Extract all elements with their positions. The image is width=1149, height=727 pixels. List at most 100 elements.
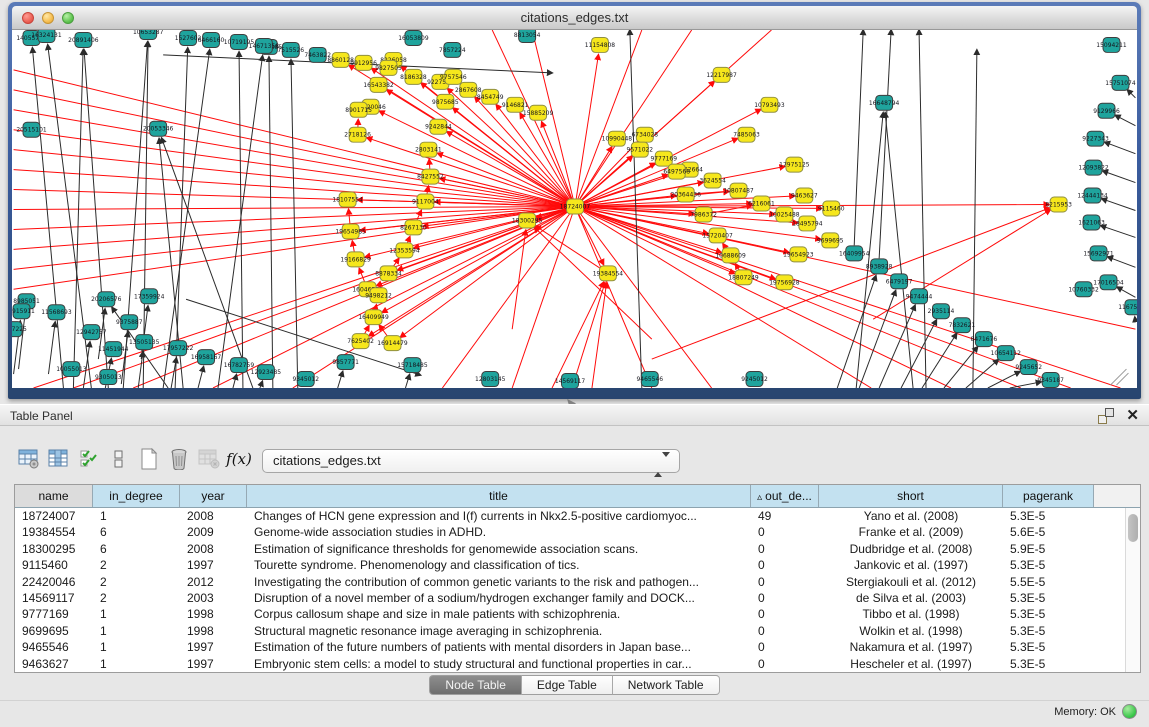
table-row[interactable]: 911546021997Tourette syndrome. Phenomeno… xyxy=(15,557,1140,573)
table-cell[interactable]: 2003 xyxy=(180,590,247,606)
table-cell[interactable]: Yano et al. (2008) xyxy=(819,508,1003,524)
function-builder-icon[interactable]: f(x) xyxy=(224,445,254,473)
table-select-dropdown[interactable]: citations_edges.txt xyxy=(262,449,680,473)
table-row[interactable]: 1456911722003Disruption of a novel membe… xyxy=(15,590,1140,606)
table-cell[interactable]: Corpus callosum shape and size in male p… xyxy=(247,606,751,622)
table-cell[interactable]: 1997 xyxy=(180,557,247,573)
table-mode-icon[interactable] xyxy=(14,445,44,473)
table-cell[interactable]: 22420046 xyxy=(15,574,93,590)
table-row[interactable]: 969969511998Structural magnetic resonanc… xyxy=(15,623,1140,639)
scrollbar-thumb[interactable] xyxy=(1128,514,1138,542)
table-cell[interactable]: de Silva et al. (2003) xyxy=(819,590,1003,606)
table-cell[interactable]: 2 xyxy=(93,557,180,573)
column-header-pagerank[interactable]: pagerank xyxy=(1003,485,1094,507)
table-cell[interactable]: 2009 xyxy=(180,524,247,540)
table-cell[interactable]: 0 xyxy=(751,590,819,606)
column-header-name[interactable]: name xyxy=(15,485,93,507)
column-header-year[interactable]: year xyxy=(180,485,247,507)
table-cell[interactable]: 2008 xyxy=(180,508,247,524)
close-panel-icon[interactable]: ✕ xyxy=(1126,408,1139,424)
row-options-icon[interactable] xyxy=(104,445,134,473)
table-cell[interactable]: Estimation of significance thresholds fo… xyxy=(247,541,751,557)
table-row[interactable]: 2242004622012Investigating the contribut… xyxy=(15,574,1140,590)
vertical-scrollbar[interactable] xyxy=(1125,508,1140,672)
table-cell[interactable]: 2008 xyxy=(180,541,247,557)
column-selection-icon[interactable] xyxy=(74,445,104,473)
table-cell[interactable]: 5.3E-5 xyxy=(1003,623,1094,639)
table-cell[interactable]: Estimation of the future numbers of pati… xyxy=(247,639,751,655)
canvas-resize-grip[interactable] xyxy=(1116,373,1128,385)
table-cell[interactable]: 18300295 xyxy=(15,541,93,557)
tab-edge-table[interactable]: Edge Table xyxy=(522,675,613,695)
table-row[interactable]: 946362711997Embryonic stem cells: a mode… xyxy=(15,656,1140,672)
table-cell[interactable]: 1 xyxy=(93,656,180,672)
table-cell[interactable]: 0 xyxy=(751,557,819,573)
table-cell[interactable]: 0 xyxy=(751,541,819,557)
table-cell[interactable]: 0 xyxy=(751,574,819,590)
delete-column-icon[interactable] xyxy=(164,445,194,473)
window-titlebar[interactable]: citations_edges.txt xyxy=(12,6,1137,30)
table-cell[interactable]: Nakamura et al. (1997) xyxy=(819,639,1003,655)
table-cell[interactable]: 18724007 xyxy=(15,508,93,524)
table-cell[interactable]: Jankovic et al. (1997) xyxy=(819,557,1003,573)
table-cell[interactable]: Stergiakouli et al. (2012) xyxy=(819,574,1003,590)
table-row[interactable]: 1938455462009Genome-wide association stu… xyxy=(15,524,1140,540)
table-cell[interactable]: 5.3E-5 xyxy=(1003,639,1094,655)
delete-table-icon[interactable] xyxy=(194,445,224,473)
table-row[interactable]: 977716911998Corpus callosum shape and si… xyxy=(15,606,1140,622)
table-cell[interactable]: 5.9E-5 xyxy=(1003,541,1094,557)
table-cell[interactable]: 19384554 xyxy=(15,524,93,540)
table-cell[interactable]: Disruption of a novel member of a sodium… xyxy=(247,590,751,606)
table-cell[interactable]: 5.3E-5 xyxy=(1003,606,1094,622)
column-visibility-icon[interactable] xyxy=(44,445,74,473)
table-cell[interactable]: 1997 xyxy=(180,639,247,655)
table-cell[interactable]: 0 xyxy=(751,606,819,622)
network-canvas[interactable]: 1872400788601289912956822605898275058186… xyxy=(12,30,1137,388)
table-cell[interactable]: 5.3E-5 xyxy=(1003,557,1094,573)
table-cell[interactable]: Hescheler et al. (1997) xyxy=(819,656,1003,672)
table-cell[interactable]: 1 xyxy=(93,606,180,622)
table-cell[interactable]: 49 xyxy=(751,508,819,524)
table-cell[interactable]: 9115460 xyxy=(15,557,93,573)
table-cell[interactable]: 5.6E-5 xyxy=(1003,524,1094,540)
table-cell[interactable]: 2 xyxy=(93,574,180,590)
table-cell[interactable]: 1998 xyxy=(180,623,247,639)
zoom-button[interactable] xyxy=(62,12,74,24)
column-header-title[interactable]: title xyxy=(247,485,751,507)
column-header-short[interactable]: short xyxy=(819,485,1003,507)
table-cell[interactable]: 5.3E-5 xyxy=(1003,656,1094,672)
table-cell[interactable]: Genome-wide association studies in ADHD. xyxy=(247,524,751,540)
create-column-icon[interactable] xyxy=(134,445,164,473)
table-cell[interactable]: 0 xyxy=(751,656,819,672)
memory-status-indicator[interactable] xyxy=(1122,704,1137,719)
network-svg[interactable]: 1872400788601289912956822605898275058186… xyxy=(12,30,1137,388)
float-panel-icon[interactable] xyxy=(1098,408,1114,424)
tab-node-table[interactable]: Node Table xyxy=(429,675,522,695)
table-cell[interactable]: 2 xyxy=(93,590,180,606)
table-cell[interactable]: 9465546 xyxy=(15,639,93,655)
table-cell[interactable]: 0 xyxy=(751,623,819,639)
table-cell[interactable]: 9463627 xyxy=(15,656,93,672)
table-cell[interactable]: 14569117 xyxy=(15,590,93,606)
table-cell[interactable]: 1 xyxy=(93,508,180,524)
table-cell[interactable]: 1 xyxy=(93,623,180,639)
table-cell[interactable]: 5.5E-5 xyxy=(1003,574,1094,590)
table-cell[interactable]: Structural magnetic resonance image aver… xyxy=(247,623,751,639)
table-cell[interactable]: 5.3E-5 xyxy=(1003,508,1094,524)
table-cell[interactable]: Tourette syndrome. Phenomenology and cla… xyxy=(247,557,751,573)
table-cell[interactable]: 6 xyxy=(93,524,180,540)
table-row[interactable]: 946554611997Estimation of the future num… xyxy=(15,639,1140,655)
table-cell[interactable]: 9777169 xyxy=(15,606,93,622)
table-cell[interactable]: Changes of HCN gene expression and I(f) … xyxy=(247,508,751,524)
tab-network-table[interactable]: Network Table xyxy=(613,675,720,695)
close-button[interactable] xyxy=(22,12,34,24)
column-header-in_degree[interactable]: in_degree xyxy=(93,485,180,507)
table-cell[interactable]: Franke et al. (2009) xyxy=(819,524,1003,540)
table-cell[interactable]: 5.3E-5 xyxy=(1003,590,1094,606)
table-row[interactable]: 1830029562008Estimation of significance … xyxy=(15,541,1140,557)
minimize-button[interactable] xyxy=(42,12,54,24)
table-cell[interactable]: Tibbo et al. (1998) xyxy=(819,606,1003,622)
table-cell[interactable]: 6 xyxy=(93,541,180,557)
table-cell[interactable]: Investigating the contribution of common… xyxy=(247,574,751,590)
table-cell[interactable]: 0 xyxy=(751,639,819,655)
